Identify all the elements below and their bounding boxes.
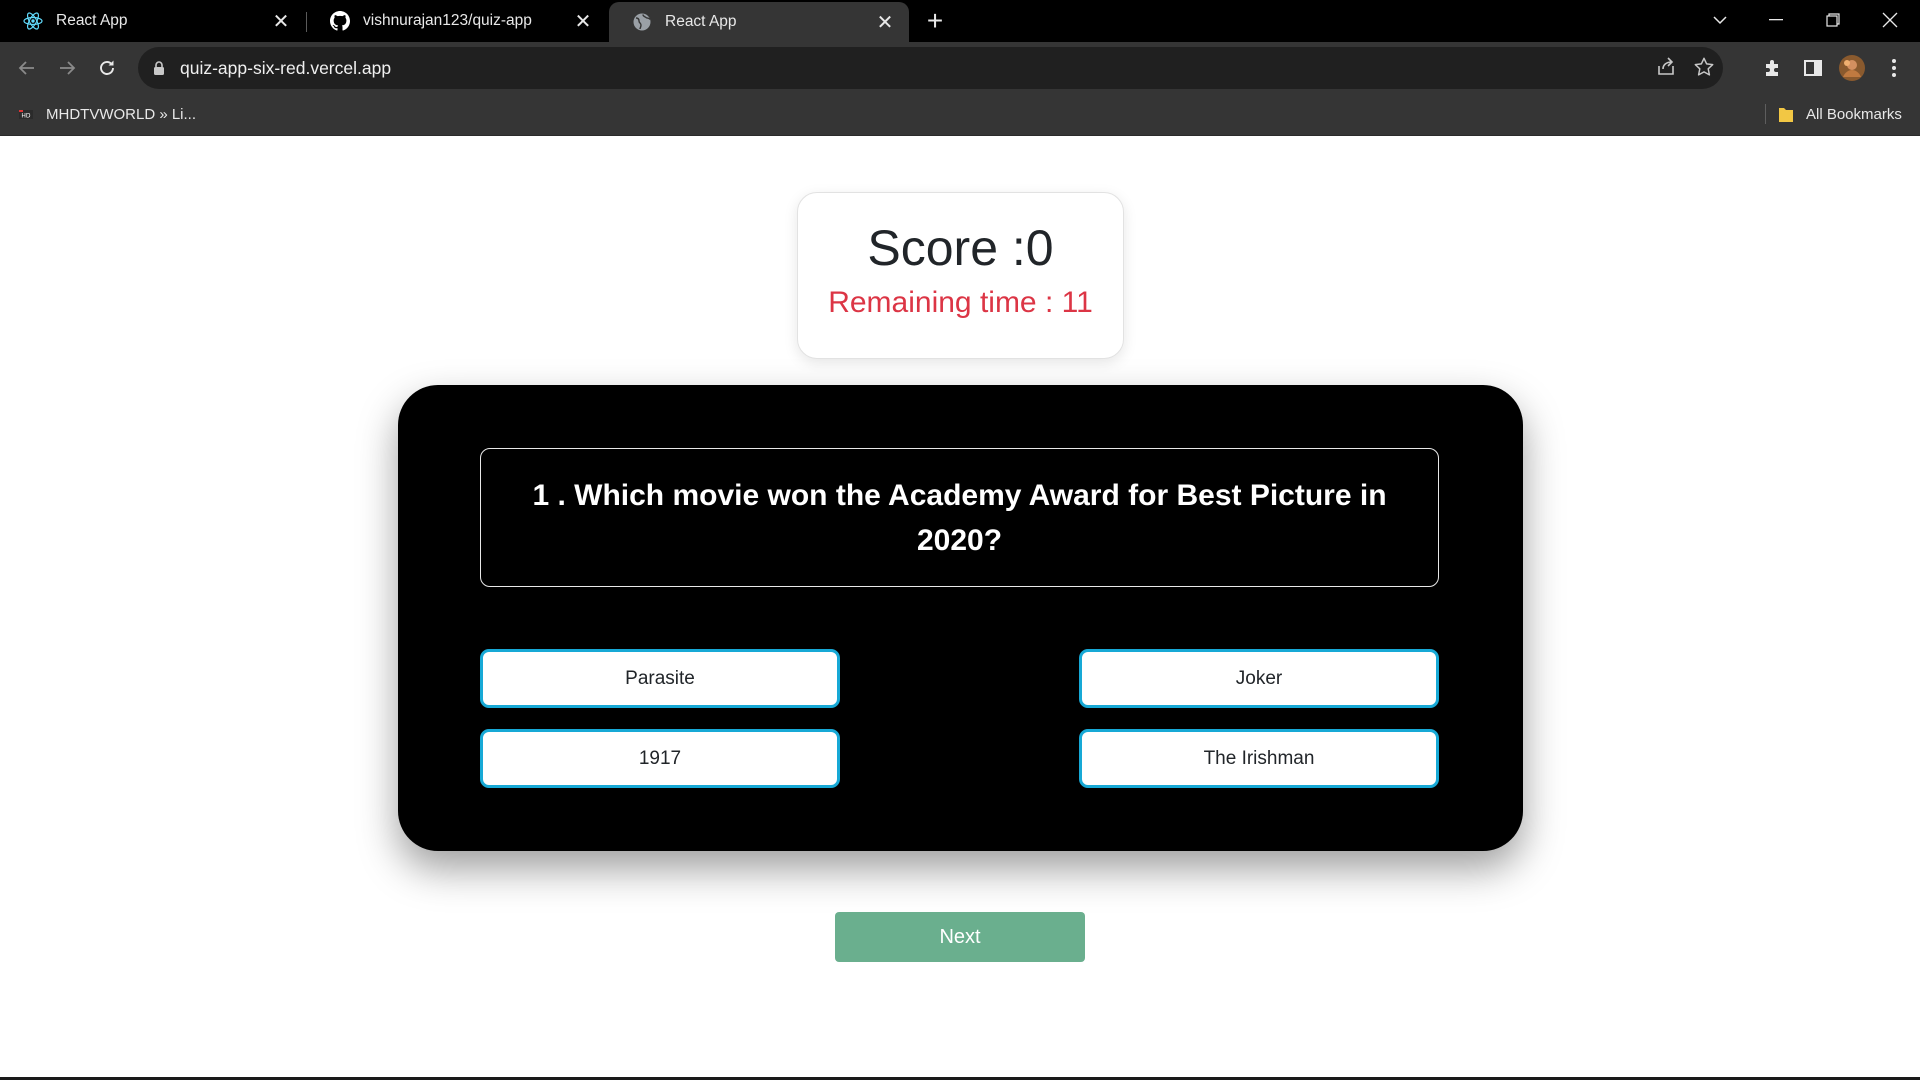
close-window-icon[interactable] bbox=[1862, 0, 1918, 40]
browser-toolbar: quiz-app-six-red.vercel.app bbox=[0, 42, 1920, 94]
question-box: 1 . Which movie won the Academy Award fo… bbox=[480, 448, 1439, 587]
folder-icon bbox=[1778, 105, 1794, 123]
url-text[interactable]: quiz-app-six-red.vercel.app bbox=[180, 58, 391, 79]
tab-close-icon[interactable]: ✕ bbox=[569, 7, 597, 35]
bookmark-star-icon[interactable] bbox=[1693, 56, 1715, 83]
svg-text:HD: HD bbox=[21, 113, 31, 120]
option-button-4[interactable]: The Irishman bbox=[1079, 729, 1439, 788]
tab-github[interactable]: vishnurajan123/quiz-app ✕ bbox=[307, 0, 607, 42]
all-bookmarks-button[interactable]: All Bookmarks bbox=[1778, 94, 1902, 134]
address-bar[interactable]: quiz-app-six-red.vercel.app bbox=[138, 47, 1723, 89]
extensions-puzzle-icon[interactable] bbox=[1759, 54, 1787, 82]
tab-title: vishnurajan123/quiz-app bbox=[363, 12, 532, 29]
tab-react-app-1[interactable]: React App ✕ bbox=[0, 0, 305, 42]
side-panel-icon[interactable] bbox=[1799, 54, 1827, 82]
bookmark-mhdtvworld[interactable]: HD MHDTVWORLD » Li... bbox=[18, 94, 196, 134]
question-card: 1 . Which movie won the Academy Award fo… bbox=[398, 385, 1523, 851]
all-bookmarks-label: All Bookmarks bbox=[1806, 105, 1902, 123]
score-text: Score :0 bbox=[867, 220, 1054, 276]
globe-icon bbox=[631, 11, 653, 33]
reload-icon[interactable] bbox=[91, 52, 123, 84]
quiz-page: Score :0 Remaining time : 11 1 . Which m… bbox=[0, 136, 1920, 1080]
bookmark-label: MHDTVWORLD » Li... bbox=[46, 105, 197, 123]
github-icon bbox=[329, 10, 351, 32]
minimize-icon[interactable] bbox=[1748, 0, 1804, 40]
profile-avatar[interactable] bbox=[1838, 54, 1866, 82]
question-text: 1 . Which movie won the Academy Award fo… bbox=[532, 478, 1387, 557]
back-arrow-icon[interactable] bbox=[11, 52, 43, 84]
site-favicon-icon: HD bbox=[18, 106, 34, 122]
next-button[interactable]: Next bbox=[835, 912, 1085, 962]
tab-strip: React App ✕ vishnurajan123/quiz-app ✕ Re… bbox=[0, 0, 1920, 42]
option-button-2[interactable]: Joker bbox=[1079, 649, 1439, 708]
tab-title: React App bbox=[56, 12, 128, 29]
bookmarks-separator bbox=[1765, 104, 1766, 124]
tab-search-chevron-icon[interactable] bbox=[1692, 0, 1748, 40]
remaining-time-text: Remaining time : 11 bbox=[828, 286, 1093, 319]
score-card: Score :0 Remaining time : 11 bbox=[797, 192, 1124, 359]
new-tab-plus-icon[interactable]: + bbox=[920, 5, 950, 36]
kebab-menu-icon[interactable] bbox=[1880, 54, 1908, 82]
share-icon[interactable] bbox=[1655, 56, 1677, 83]
forward-arrow-icon[interactable] bbox=[51, 52, 83, 84]
option-button-1[interactable]: Parasite bbox=[480, 649, 840, 708]
tab-close-icon[interactable]: ✕ bbox=[267, 7, 295, 35]
bookmarks-bar: HD MHDTVWORLD » Li... All Bookmarks bbox=[0, 94, 1920, 136]
tab-close-icon[interactable]: ✕ bbox=[871, 8, 899, 36]
option-button-3[interactable]: 1917 bbox=[480, 729, 840, 788]
react-icon bbox=[22, 10, 44, 32]
restore-icon[interactable] bbox=[1805, 0, 1861, 40]
tab-title: React App bbox=[665, 13, 737, 30]
tab-react-app-active[interactable]: React App ✕ bbox=[609, 2, 909, 42]
lock-icon[interactable] bbox=[152, 60, 166, 76]
